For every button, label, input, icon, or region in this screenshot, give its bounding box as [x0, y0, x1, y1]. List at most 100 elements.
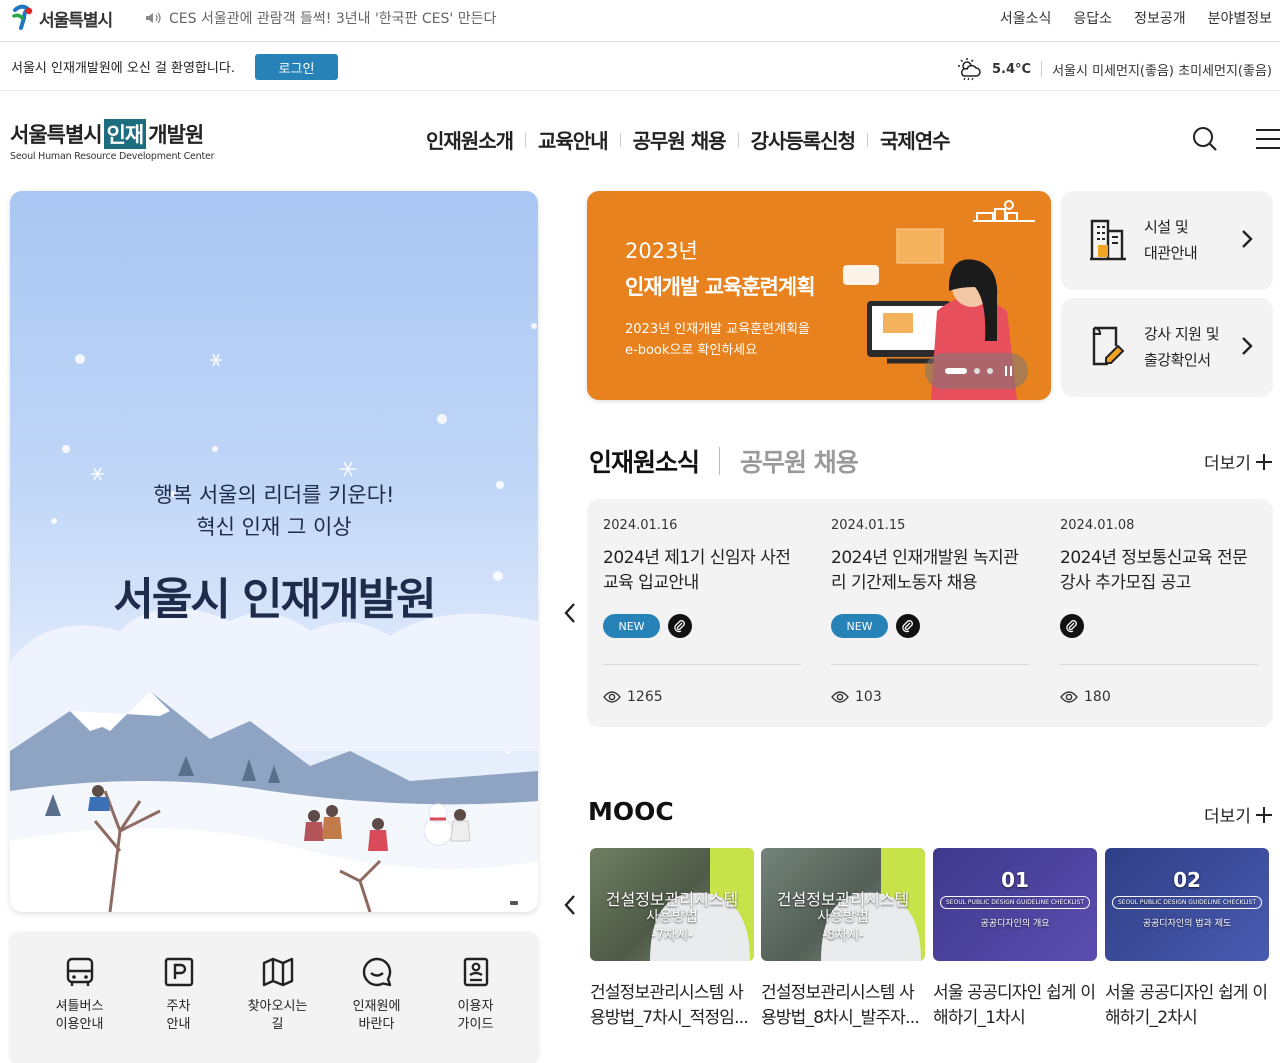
side-link-label: 강사 지원 및 출강확인서 [1144, 325, 1220, 369]
news-tabs: 인재원소식 공무원 채용 [589, 443, 859, 479]
mooc-more-label: 더보기 [1204, 807, 1251, 827]
quick-link-shuttle[interactable]: 셔틀버스 이용안내 [30, 932, 129, 1063]
top-links: 서울소식 응답소 정보공개 분야별정보 [1000, 8, 1272, 28]
hero-subtitle: 행복 서울의 리더를 키운다! 혁신 인재 그 이상 [10, 479, 538, 543]
news-ticker[interactable]: CES 서울관에 관람객 들썩! 3년내 '한국판 CES' 만든다 [145, 8, 496, 28]
tab-recruitment[interactable]: 공무원 채용 [740, 443, 859, 479]
chat-bubble-icon [362, 957, 391, 987]
mooc-caption: 건설정보관리시스템 사용방법_8차시_발주자... [761, 983, 920, 1028]
mooc-item[interactable]: 01 SEOUL PUBLIC DESIGN GUIDELINE CHECKLI… [933, 848, 1097, 1031]
mooc-title: MOOC [588, 797, 674, 826]
quick-link-label: 주차 안내 [166, 999, 191, 1032]
banner-page-active[interactable] [945, 368, 967, 374]
promo-banner[interactable]: 2023년 인재개발 교육훈련계획 2023년 인재개발 교육훈련계획을 e-b… [587, 191, 1051, 400]
top-link-info-disclosure[interactable]: 정보공개 [1134, 8, 1186, 28]
tab-divider [719, 447, 721, 475]
top-bar: 서울특별시 CES 서울관에 관람객 들썩! 3년내 '한국판 CES' 만든다… [0, 0, 1280, 42]
mooc-item[interactable]: 02 SEOUL PUBLIC DESIGN GUIDELINE CHECKLI… [1105, 848, 1269, 1031]
quick-link-directions[interactable]: 찾아오시는 길 [228, 932, 327, 1063]
side-link-instructor[interactable]: 강사 지원 및 출강확인서 [1061, 298, 1273, 397]
nav-item-international[interactable]: 국제연수 [868, 125, 962, 154]
weather-divider [1041, 61, 1043, 77]
mooc-caption: 서울 공공디자인 쉽게 이해하기_2차시 [1105, 983, 1268, 1028]
news-list: 2024.01.16 2024년 제1기 신임자 사전교육 입교안내 NEW 1… [587, 499, 1273, 727]
attachment-icon [896, 614, 920, 638]
pause-icon[interactable] [1004, 365, 1014, 377]
welcome-message: 서울시 인재개발원에 오신 걸 환영합니다. [11, 61, 235, 76]
mooc-thumbnail: 건설정보관리시스템 사용방법 -8차시- [761, 848, 925, 961]
speaker-icon [146, 12, 161, 24]
mooc-thumbnail: 02 SEOUL PUBLIC DESIGN GUIDELINE CHECKLI… [1105, 848, 1269, 961]
mooc-item[interactable]: 건설정보관리시스템 사용방법 -8차시- 건설정보관리시스템 사용방법_8차시_… [761, 848, 925, 1031]
mooc-caption: 서울 공공디자인 쉽게 이해하기_1차시 [933, 983, 1096, 1028]
site-logo-korean: 서울특별시 인재 개발원 [10, 119, 214, 149]
hero-subtitle-line1: 행복 서울의 리더를 키운다! [153, 483, 395, 507]
eye-icon [1060, 691, 1078, 703]
site-logo-part1: 서울특별시 [10, 123, 103, 147]
new-badge: NEW [831, 614, 888, 638]
mooc-more-link[interactable]: 더보기 [1204, 802, 1273, 827]
parking-icon [164, 957, 193, 987]
nav-item-recruitment[interactable]: 공무원 채용 [621, 125, 738, 154]
news-prev-arrow-icon[interactable] [563, 602, 577, 624]
side-link-label: 시설 및 대관안내 [1144, 218, 1198, 262]
banner-page-dot[interactable] [974, 368, 980, 374]
news-more-link[interactable]: 더보기 [1204, 449, 1273, 474]
site-logo-part2: 개발원 [148, 123, 204, 147]
news-title: 2024년 인재개발원 녹지관리 기간제노동자 채용 [831, 548, 1019, 593]
quick-link-label: 셔틀버스 이용안내 [55, 999, 104, 1032]
temperature-value: 5.4°C [992, 61, 1032, 77]
tab-news[interactable]: 인재원소식 [589, 443, 700, 479]
welcome-bar: 서울시 인재개발원에 오신 걸 환영합니다. 로그인 5.4°C 서울시 미세먼… [0, 42, 1280, 91]
news-view-count: 180 [1084, 689, 1111, 705]
mooc-thumb-sub: 사용방법 [817, 909, 869, 925]
news-badges [1060, 614, 1084, 638]
hero-title: 서울시 인재개발원 [113, 574, 436, 625]
login-button[interactable]: 로그인 [255, 54, 338, 80]
weather-info: 5.4°C 서울시 미세먼지(좋음) 초미세먼지(좋음) [956, 57, 1272, 81]
top-link-eungdapso[interactable]: 응답소 [1073, 8, 1112, 28]
quick-link-parking[interactable]: 주차 안내 [129, 932, 228, 1063]
banner-description: 2023년 인재개발 교육훈련계획을 e-book으로 확인하세요 [625, 322, 810, 358]
news-title: 2024년 제1기 신임자 사전교육 입교안내 [603, 548, 791, 593]
search-icon[interactable] [1192, 126, 1218, 152]
mooc-thumb-sub: 사용방법 [646, 909, 698, 925]
quick-link-user-guide[interactable]: 이용자 가이드 [426, 932, 525, 1063]
banner-page-dot[interactable] [987, 368, 993, 374]
side-link-facility[interactable]: 시설 및 대관안내 [1061, 191, 1273, 290]
mooc-thumb-no: 02 [1173, 868, 1201, 892]
seoul-logo-icon [12, 4, 33, 30]
mooc-thumb-no: -7차시- [651, 928, 693, 943]
news-card-divider [603, 664, 801, 665]
banner-year: 2023년 [625, 239, 698, 263]
site-logo[interactable]: 서울특별시 인재 개발원 Seoul Human Resource Develo… [10, 119, 215, 162]
seoul-city-logo[interactable]: 서울특별시 [10, 4, 113, 32]
news-card-divider [1060, 664, 1258, 665]
mooc-prev-arrow-icon[interactable] [563, 894, 577, 916]
mooc-item[interactable]: 건설정보관리시스템 사용방법 -7차시- 건설정보관리시스템 사용방법_7차시_… [590, 848, 754, 1031]
top-link-seoul-news[interactable]: 서울소식 [1000, 8, 1052, 28]
news-date: 2024.01.08 [1060, 518, 1135, 533]
mooc-thumb-no: -8차시- [822, 928, 864, 943]
hamburger-menu-icon[interactable] [1256, 128, 1280, 150]
winter-landscape-illustration [10, 323, 538, 912]
quick-link-suggestion[interactable]: 인재원에 바란다 [327, 932, 426, 1063]
hero-scroll-indicator[interactable] [510, 901, 518, 905]
nav-item-about[interactable]: 인재원소개 [424, 125, 525, 154]
new-badge: NEW [603, 614, 660, 638]
hero-subtitle-line2: 혁신 인재 그 이상 [196, 515, 352, 539]
nav-item-education[interactable]: 교육안내 [526, 125, 620, 154]
site-logo-english: Seoul Human Resource Development Center [10, 151, 215, 162]
user-guide-icon [463, 957, 488, 987]
news-badges: NEW [831, 614, 920, 638]
nav-item-instructor[interactable]: 강사등록신청 [739, 125, 867, 154]
air-quality-text: 서울시 미세먼지(좋음) 초미세먼지(좋음) [1052, 63, 1272, 79]
bus-icon [66, 957, 93, 986]
news-badges: NEW [603, 614, 692, 638]
mooc-thumb-no: 01 [1001, 868, 1029, 892]
top-link-field-info[interactable]: 분야별정보 [1208, 8, 1272, 28]
hero-visual[interactable]: 행복 서울의 리더를 키운다! 혁신 인재 그 이상 서울시 인재개발원 [10, 191, 538, 912]
building-icon [1090, 219, 1126, 261]
mooc-thumbnail: 01 SEOUL PUBLIC DESIGN GUIDELINE CHECKLI… [933, 848, 1097, 961]
weather-cloud-sun-icon [958, 58, 981, 81]
